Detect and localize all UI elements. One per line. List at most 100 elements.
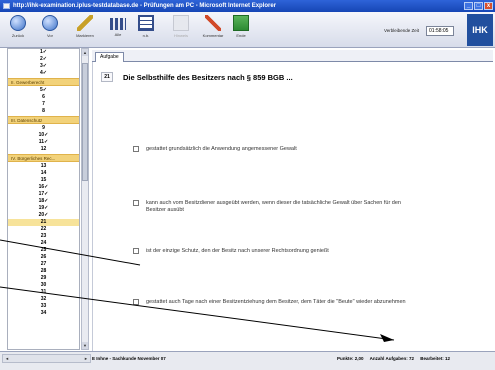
sidebar-question-item[interactable]: 6 (8, 94, 79, 101)
sidebar-question-item[interactable]: 17✓ (8, 191, 79, 198)
task-count-text: Anzahl Aufgaben: 72 (369, 356, 414, 361)
window-title: http://ihk-examination.iplus-testdatabas… (13, 3, 277, 9)
all-button[interactable]: Alle (103, 15, 133, 37)
exit-icon (233, 15, 249, 31)
sidebar-question-item[interactable]: 33 (8, 303, 79, 310)
toolbar: Zurück Vor Markieren Alle n.b. Hinweis K… (0, 12, 495, 48)
question-panel: 21 Die Selbsthilfe des Besitzers nach § … (92, 62, 493, 351)
sidebar-question-item[interactable]: 2✓ (8, 56, 79, 63)
comment-button[interactable]: Kommentar (198, 15, 228, 38)
sidebar-question-item[interactable]: 29 (8, 275, 79, 282)
mark-button[interactable]: Markieren (70, 15, 100, 38)
answer-checkbox[interactable] (133, 146, 139, 152)
answer-option[interactable]: gestattet auch Tage nach einer Besitzent… (133, 299, 416, 306)
remaining-time-label: Verbleibende Zeit (384, 28, 420, 33)
close-button[interactable]: x (484, 2, 493, 10)
window-title-bar: http://ihk-examination.iplus-testdatabas… (0, 0, 495, 12)
sidebar-question-item[interactable]: 15 (8, 177, 79, 184)
answer-option[interactable]: kann auch vom Besitzdiener ausgeübt werd… (133, 200, 416, 214)
remaining-time-value: 01:58:05 (426, 26, 454, 36)
flag-icon (77, 15, 93, 31)
scroll-down-icon[interactable]: ▼ (82, 342, 88, 349)
browser-icon (3, 3, 10, 9)
sidebar-question-item[interactable]: 3✓ (8, 63, 79, 70)
sidebar-question-item[interactable]: 24 (8, 240, 79, 247)
back-button-label: Zurück (11, 33, 25, 38)
sidebar-question-item[interactable]: 31 (8, 289, 79, 296)
sidebar-question-item[interactable]: 27 (8, 261, 79, 268)
grid-icon (110, 18, 126, 30)
scroll-left-icon[interactable]: ◄ (4, 356, 10, 361)
answer-text: kann auch vom Besitzdiener ausgeübt werd… (146, 200, 401, 213)
done-count-text: Bearbeitet: 12 (420, 356, 450, 361)
tab-strip: Aufgabe (92, 50, 493, 62)
sidebar-question-item[interactable]: 28 (8, 268, 79, 275)
sidebar-question-item[interactable]: 20✓ (8, 212, 79, 219)
sidebar-question-item[interactable]: 19✓ (8, 205, 79, 212)
sidebar-question-item[interactable]: 11✓ (8, 139, 79, 146)
answer-text: gestattet auch Tage nach einer Besitzent… (146, 299, 406, 305)
answer-checkbox[interactable] (133, 248, 139, 254)
comment-button-label: Kommentar (202, 33, 224, 38)
answer-checkbox[interactable] (133, 200, 139, 206)
sidebar-question-item[interactable]: 8 (8, 108, 79, 115)
sidebar-horizontal-scrollbar[interactable]: ◄ ► (2, 354, 91, 363)
unanswered-button-label: n.b. (142, 33, 150, 38)
ihk-logo: IHK (467, 14, 493, 46)
sidebar-question-item[interactable]: 1✓ (8, 49, 79, 56)
points-text: Punkte: 2,00 (337, 356, 364, 361)
forward-arrow-icon (42, 15, 58, 31)
hint-button-label: Hinweis (173, 33, 188, 38)
forward-button-label: Vor (46, 33, 53, 38)
sidebar-question-item[interactable]: 18✓ (8, 198, 79, 205)
exam-stats: Punkte: 2,00 Anzahl Aufgaben: 72 Bearbei… (337, 356, 455, 361)
sidebar-question-item[interactable]: 4✓ (8, 70, 79, 77)
sidebar-question-item[interactable]: 12 (8, 146, 79, 153)
exam-name: E Inhne - Sachkunde November 07 (92, 356, 166, 361)
end-button-label: Ende (236, 33, 246, 38)
minimize-button[interactable]: _ (464, 2, 473, 10)
tab-aufgabe[interactable]: Aufgabe (95, 52, 124, 62)
hint-button[interactable]: Hinweis (166, 15, 196, 38)
sidebar-question-item[interactable]: 30 (8, 282, 79, 289)
sidebar-section-header: II. Gewerberecht (8, 78, 79, 86)
answer-checkbox[interactable] (133, 299, 139, 305)
scroll-right-icon[interactable]: ► (83, 356, 89, 361)
pen-icon (205, 15, 221, 31)
sidebar-question-item[interactable]: 25 (8, 247, 79, 254)
end-button[interactable]: Ende (226, 15, 256, 38)
sidebar-question-item[interactable]: 23 (8, 233, 79, 240)
sidebar-question-item[interactable]: 9 (8, 125, 79, 132)
back-button[interactable]: Zurück (3, 15, 33, 38)
sidebar-section-header: IV. Bürgerliches Rec... (8, 154, 79, 162)
sidebar-question-item[interactable]: 32 (8, 296, 79, 303)
scroll-up-icon[interactable]: ▲ (82, 49, 88, 56)
question-navigator: 1✓ 2✓ 3✓ 4✓ II. Gewerberecht 5✓ 6 7 8 III. Datens… (7, 48, 80, 350)
maximize-button[interactable]: □ (474, 2, 483, 10)
unanswered-button[interactable]: n.b. (131, 15, 161, 38)
back-arrow-icon (10, 15, 26, 31)
sidebar-question-item[interactable]: 5✓ (8, 87, 79, 94)
forward-button[interactable]: Vor (35, 15, 65, 38)
scrollbar-thumb[interactable] (82, 63, 88, 181)
sidebar-scrollbar[interactable]: ▲ ▼ (81, 48, 89, 350)
answer-option[interactable]: ist der einzige Schutz, den der Besitz n… (133, 248, 416, 255)
question-title: Die Selbsthilfe des Besitzers nach § 859… (123, 73, 293, 82)
sidebar-question-item[interactable]: 16✓ (8, 184, 79, 191)
sidebar-question-item[interactable]: 10✓ (8, 132, 79, 139)
sidebar-question-item[interactable]: 26 (8, 254, 79, 261)
sidebar-question-item[interactable]: 7 (8, 101, 79, 108)
sidebar-question-item[interactable]: 34 (8, 310, 79, 317)
sidebar-question-item[interactable]: 22 (8, 226, 79, 233)
answer-text: gestattet grundsätzlich die Anwendung an… (146, 146, 297, 152)
hint-icon (173, 15, 189, 31)
answer-option[interactable]: gestattet grundsätzlich die Anwendung an… (133, 146, 416, 153)
status-bar: ◄ ► E Inhne - Sachkunde November 07 Punk… (0, 351, 495, 370)
all-button-label: Alle (114, 32, 122, 37)
sidebar-question-item[interactable]: 21 (8, 219, 79, 226)
sidebar-question-item[interactable]: 14 (8, 170, 79, 177)
answer-text: ist der einzige Schutz, den der Besitz n… (146, 248, 329, 254)
window-controls: _ □ x (464, 2, 493, 10)
question-number: 21 (101, 72, 113, 82)
sidebar-question-item[interactable]: 13 (8, 163, 79, 170)
